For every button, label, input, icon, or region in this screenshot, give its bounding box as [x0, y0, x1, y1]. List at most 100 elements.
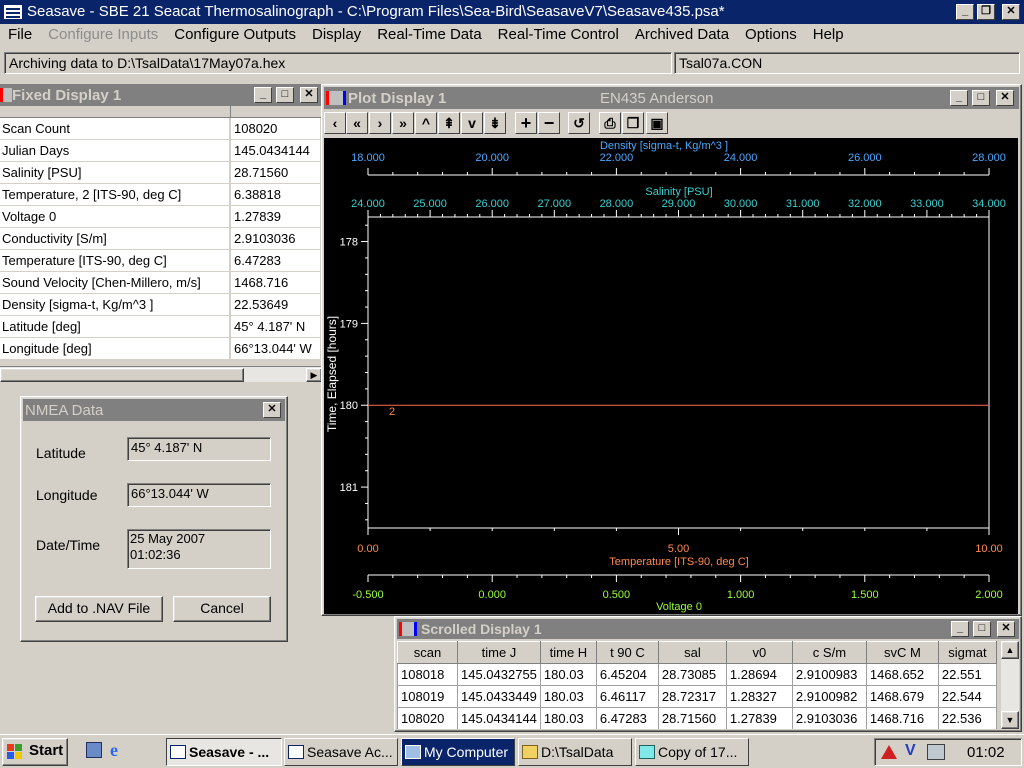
table-cell: 1468.679 — [865, 685, 939, 708]
menu-real-time-control[interactable]: Real-Time Control — [490, 24, 627, 46]
column-header[interactable]: svC M — [865, 641, 939, 664]
close-button[interactable]: ✕ — [997, 621, 1015, 637]
table-row[interactable]: 108018 145.0432755 180.03 6.45204 28.73085 1.… — [397, 663, 997, 686]
tray-red-triangle-icon[interactable] — [881, 745, 897, 759]
scrolled-table-container: scan time Jtime Ht 90 Csal v0 c S/m svC Msig… — [397, 641, 997, 729]
start-button[interactable]: Start — [2, 738, 68, 766]
scroll-right-button[interactable]: › — [369, 112, 391, 134]
task-label: My Computer — [424, 744, 509, 760]
time-tick-label: 181 — [340, 482, 358, 494]
longitude-field[interactable]: 66°13.044' W — [127, 483, 271, 507]
fixed-display-row: Salinity [PSU] 28.71560 — [0, 162, 320, 184]
task-my-computer[interactable]: My Computer — [401, 738, 515, 766]
app-icon[interactable] — [3, 4, 23, 20]
datetime-field[interactable]: 25 May 2007 01:02:36 — [127, 529, 271, 569]
table-cell: 2.9103036 — [791, 707, 867, 729]
column-header[interactable]: t 90 C — [595, 641, 659, 664]
fixed-display-value: 66°13.044' W — [231, 338, 320, 359]
fixed-display-label: Scan Count — [0, 118, 230, 139]
print-icon[interactable]: ⎙ — [599, 112, 621, 134]
task-seasave-ac[interactable]: Seasave Ac... — [284, 738, 398, 766]
scroll-up-fast-button[interactable]: ⇞ — [438, 112, 460, 134]
maximize-button[interactable]: □ — [973, 621, 991, 637]
scroll-down-fast-button[interactable]: ⇟ — [484, 112, 506, 134]
temperature-tick-label: 0.00 — [357, 543, 378, 555]
close-button[interactable]: ✕ — [996, 90, 1014, 106]
reset-icon[interactable]: ↺ — [568, 112, 590, 134]
close-button[interactable]: ✕ — [300, 87, 318, 103]
save-icon[interactable]: ▣ — [646, 112, 668, 134]
column-header[interactable]: sigmat — [937, 641, 997, 664]
maximize-button[interactable]: □ — [276, 87, 294, 103]
fixed-display-label: Density [sigma-t, Kg/m^3 ] — [0, 294, 230, 315]
close-button[interactable]: ✕ — [1002, 4, 1020, 20]
cancel-label: Cancel — [200, 600, 244, 616]
restore-button[interactable]: ❐ — [977, 4, 995, 20]
folder-search-icon — [522, 745, 538, 759]
task-seasave[interactable]: Seasave - ... — [166, 738, 282, 766]
config-status: Tsal07a.CON — [674, 52, 1020, 74]
scroll-left-button[interactable]: ‹ — [324, 112, 346, 134]
cancel-button[interactable]: Cancel — [173, 596, 271, 622]
vertical-scrollbar[interactable]: ▲ ▼ — [1001, 641, 1019, 729]
temperature-tick-label: 5.00 — [668, 543, 689, 555]
minimize-button[interactable]: _ — [956, 4, 974, 20]
scrolled-display-title-bar: Scrolled Display 1 _ □ ✕ — [397, 619, 1019, 639]
table-row[interactable]: 108020 145.0434144 180.03 6.47283 28.71560 1.… — [397, 707, 997, 729]
scroll-up-arrow[interactable]: ▲ — [1001, 641, 1019, 659]
voltage-axis-label: Voltage 0 — [656, 601, 702, 613]
latitude-field[interactable]: 45° 4.187' N — [127, 437, 271, 461]
density-tick-label: 24.000 — [724, 152, 758, 164]
column-header[interactable]: time J — [457, 641, 541, 664]
tray-shield-icon[interactable]: V — [905, 742, 916, 760]
menu-display[interactable]: Display — [304, 24, 369, 46]
column-header[interactable]: sal — [657, 641, 727, 664]
scroll-up-button[interactable]: ^ — [415, 112, 437, 134]
internet-explorer-icon[interactable]: e — [110, 740, 118, 761]
density-axis-label: Density [sigma-t, Kg/m^3 ] — [600, 140, 728, 152]
zoom-in-button[interactable]: + — [515, 112, 537, 134]
scroll-thumb[interactable] — [0, 368, 244, 382]
notepad-icon — [639, 745, 655, 759]
scrolled-table: scan time Jtime Ht 90 Csal v0 c S/m svC Msig… — [397, 641, 997, 729]
add-to-nav-file-button[interactable]: Add to .NAV File — [35, 596, 163, 622]
scroll-right-arrow[interactable]: ▶ — [306, 368, 322, 382]
datetime-label: Date/Time — [36, 537, 101, 553]
menu-real-time-data[interactable]: Real-Time Data — [369, 24, 489, 46]
menu-archived-data[interactable]: Archived Data — [627, 24, 737, 46]
copy-icon[interactable]: ❐ — [622, 112, 644, 134]
maximize-button[interactable]: □ — [972, 90, 990, 106]
minimize-button[interactable]: _ — [950, 90, 968, 106]
column-header[interactable]: v0 — [725, 641, 793, 664]
windows-logo-icon — [7, 744, 23, 760]
column-header[interactable]: time H — [539, 641, 597, 664]
column-header[interactable]: c S/m — [791, 641, 867, 664]
menu-help[interactable]: Help — [805, 24, 852, 46]
task-tsaldata[interactable]: D:\TsalData — [518, 738, 632, 766]
scroll-left-fast-button[interactable]: « — [346, 112, 368, 134]
show-desktop-icon[interactable] — [86, 742, 102, 758]
table-cell: 28.73085 — [657, 663, 727, 686]
horizontal-scrollbar[interactable]: ▶ — [0, 366, 322, 382]
table-cell: 6.45204 — [595, 663, 659, 686]
minimize-button[interactable]: _ — [254, 87, 272, 103]
menu-file[interactable]: File — [0, 24, 40, 46]
menu-configure-inputs[interactable]: Configure Inputs — [40, 24, 166, 46]
table-row[interactable]: 108019 145.0433449 180.03 6.46117 28.72317 1.… — [397, 685, 997, 708]
minimize-button[interactable]: _ — [951, 621, 969, 637]
nmea-title-bar: NMEA Data ✕ — [23, 399, 285, 421]
scroll-down-button[interactable]: v — [461, 112, 483, 134]
task-copy-of[interactable]: Copy of 17... — [635, 738, 749, 766]
time-axis-label: Time, Elapsed [hours] — [325, 316, 339, 432]
tray-network-icon[interactable] — [927, 744, 945, 760]
fixed-display-value: 1.27839 — [231, 206, 320, 227]
menu-configure-outputs[interactable]: Configure Outputs — [166, 24, 304, 46]
menu-options[interactable]: Options — [737, 24, 805, 46]
zoom-out-button[interactable]: − — [538, 112, 560, 134]
table-cell: 145.0433449 — [457, 685, 541, 708]
scroll-down-arrow[interactable]: ▼ — [1001, 711, 1019, 729]
voltage-tick-label: 1.500 — [851, 589, 879, 601]
column-header[interactable]: scan — [397, 641, 458, 664]
close-button[interactable]: ✕ — [263, 402, 281, 418]
scroll-right-fast-button[interactable]: » — [392, 112, 414, 134]
